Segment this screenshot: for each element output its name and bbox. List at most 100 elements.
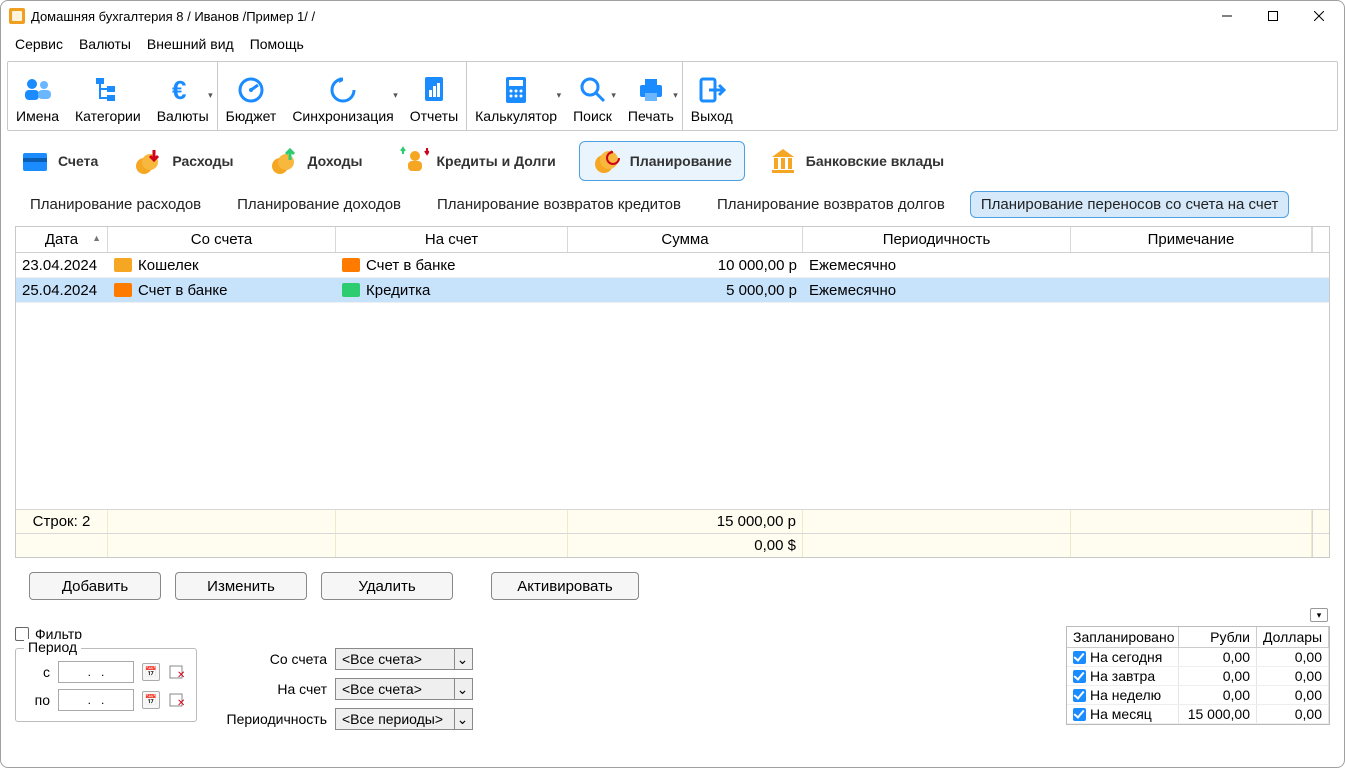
toolbar-sync[interactable]: Синхронизация▾ <box>284 62 401 130</box>
add-button[interactable]: Добавить <box>29 572 161 600</box>
planned-row: На завтра0,000,00 <box>1067 667 1329 686</box>
dropdown-icon[interactable]: ▾ <box>557 90 562 101</box>
toolbar-reports[interactable]: Отчеты <box>402 62 466 130</box>
date-to-input[interactable] <box>58 689 134 711</box>
edit-button[interactable]: Изменить <box>175 572 307 600</box>
section-credits[interactable]: Кредиты и Долги <box>386 141 569 181</box>
dropdown-icon[interactable]: ▾ <box>673 90 678 101</box>
toolbar-categories[interactable]: Категории <box>67 62 149 130</box>
col-from[interactable]: Со счета <box>108 227 336 252</box>
activate-button[interactable]: Активировать <box>491 572 639 600</box>
col-sum[interactable]: Сумма <box>568 227 803 252</box>
menu-appearance[interactable]: Внешний вид <box>139 33 242 55</box>
grid-body[interactable]: 23.04.2024 Кошелек Счет в банке 10 000,0… <box>16 253 1329 509</box>
checkbox-icon[interactable] <box>1073 651 1086 664</box>
euro-icon: € <box>167 74 199 106</box>
sync-icon <box>327 74 359 106</box>
bottom-panel: Фильтр Период с 📅 ✕ по 📅 ✕ Со счет <box>1 622 1344 740</box>
checkbox-icon[interactable] <box>1073 670 1086 683</box>
date-from-input[interactable] <box>58 661 134 683</box>
toolbar-calc[interactable]: Калькулятор▾ <box>467 62 565 130</box>
toolbar-currencies[interactable]: €Валюты▾ <box>149 62 217 130</box>
subtab-transfers[interactable]: Планирование переносов со счета на счет <box>970 191 1290 218</box>
checkbox-icon[interactable] <box>1073 708 1086 721</box>
exit-icon <box>696 74 728 106</box>
bank-account-icon <box>342 258 360 272</box>
section-expenses[interactable]: Расходы <box>121 141 246 181</box>
grid: Дата▲ Со счета На счет Сумма Периодичнос… <box>15 226 1330 558</box>
planned-row: На месяц15 000,000,00 <box>1067 705 1329 724</box>
credit-card-icon <box>342 283 360 297</box>
maximize-button[interactable] <box>1250 1 1296 31</box>
section-planning[interactable]: Планирование <box>579 141 745 181</box>
subtabs: Планирование расходов Планирование доход… <box>1 187 1344 222</box>
section-bar: Счета Расходы Доходы Кредиты и Долги Пла… <box>1 131 1344 187</box>
from-account-combo[interactable]: <Все счета>⌄ <box>335 648 473 670</box>
planned-table: Запланировано Рубли Доллары На сегодня0,… <box>1066 626 1330 725</box>
menu-service[interactable]: Сервис <box>7 33 71 55</box>
subtab-debts[interactable]: Планирование возвратов долгов <box>706 191 956 218</box>
menu-currencies[interactable]: Валюты <box>71 33 139 55</box>
expenses-icon <box>134 146 164 176</box>
accounts-icon <box>20 146 50 176</box>
delete-button[interactable]: Удалить <box>321 572 453 600</box>
dropdown-icon[interactable]: ▾ <box>208 90 213 101</box>
dropdown-icon[interactable]: ▾ <box>611 90 616 101</box>
tree-icon <box>92 74 124 106</box>
action-bar: Добавить Изменить Удалить Активировать <box>1 558 1344 608</box>
minimize-button[interactable] <box>1204 1 1250 31</box>
to-account-combo[interactable]: <Все счета>⌄ <box>335 678 473 700</box>
calendar-icon[interactable]: 📅 <box>142 691 160 709</box>
toolbar-budget[interactable]: Бюджет <box>218 62 285 130</box>
report-icon <box>418 74 450 106</box>
calendar-icon[interactable]: 📅 <box>142 663 160 681</box>
toolbar-exit[interactable]: Выход <box>683 62 741 130</box>
chevron-down-icon: ⌄ <box>454 679 470 699</box>
sort-asc-icon: ▲ <box>92 233 101 243</box>
planning-icon <box>592 146 622 176</box>
dropdown-icon[interactable]: ▾ <box>393 90 398 101</box>
income-icon <box>270 146 300 176</box>
footer-sum-rub: 15 000,00 р <box>568 510 803 533</box>
checkbox-icon[interactable] <box>1073 689 1086 702</box>
credits-icon <box>399 146 429 176</box>
people-icon <box>22 74 54 106</box>
section-deposits[interactable]: Банковские вклады <box>755 141 957 181</box>
table-row[interactable]: 25.04.2024 Счет в банке Кредитка 5 000,0… <box>16 278 1329 303</box>
collapse-toggle[interactable]: ▾ <box>1310 608 1328 622</box>
svg-text:€: € <box>172 75 186 105</box>
col-date[interactable]: Дата▲ <box>16 227 108 252</box>
window-title: Домашняя бухгалтерия 8 / Иванов /Пример … <box>31 9 315 24</box>
calendar-clear-icon[interactable]: ✕ <box>168 663 186 681</box>
titlebar: Домашняя бухгалтерия 8 / Иванов /Пример … <box>1 1 1344 31</box>
app-icon <box>9 8 25 24</box>
periodicity-combo[interactable]: <Все периоды>⌄ <box>335 708 473 730</box>
planned-row: На неделю0,000,00 <box>1067 686 1329 705</box>
close-button[interactable] <box>1296 1 1342 31</box>
col-period[interactable]: Периодичность <box>803 227 1071 252</box>
gauge-icon <box>235 74 267 106</box>
col-note[interactable]: Примечание <box>1071 227 1312 252</box>
grid-header: Дата▲ Со счета На счет Сумма Периодичнос… <box>16 227 1329 253</box>
section-accounts[interactable]: Счета <box>7 141 111 181</box>
toolbar-print[interactable]: Печать▾ <box>620 62 682 130</box>
menu-help[interactable]: Помощь <box>242 33 312 55</box>
toolbar-search[interactable]: Поиск▾ <box>565 62 620 130</box>
printer-icon <box>635 74 667 106</box>
footer-rowcount: Строк: 2 <box>16 510 108 533</box>
bank-icon <box>768 146 798 176</box>
bank-account-icon <box>114 283 132 297</box>
period-group: Период с 📅 ✕ по 📅 ✕ <box>15 648 197 722</box>
table-row[interactable]: 23.04.2024 Кошелек Счет в банке 10 000,0… <box>16 253 1329 278</box>
wallet-icon <box>114 258 132 272</box>
subtab-credits[interactable]: Планирование возвратов кредитов <box>426 191 692 218</box>
subtab-expenses[interactable]: Планирование расходов <box>19 191 212 218</box>
col-to[interactable]: На счет <box>336 227 568 252</box>
subtab-income[interactable]: Планирование доходов <box>226 191 412 218</box>
search-icon <box>577 74 609 106</box>
footer-sum-usd: 0,00 $ <box>568 534 803 557</box>
toolbar-names[interactable]: Имена <box>8 62 67 130</box>
section-income[interactable]: Доходы <box>257 141 376 181</box>
calculator-icon <box>500 74 532 106</box>
calendar-clear-icon[interactable]: ✕ <box>168 691 186 709</box>
